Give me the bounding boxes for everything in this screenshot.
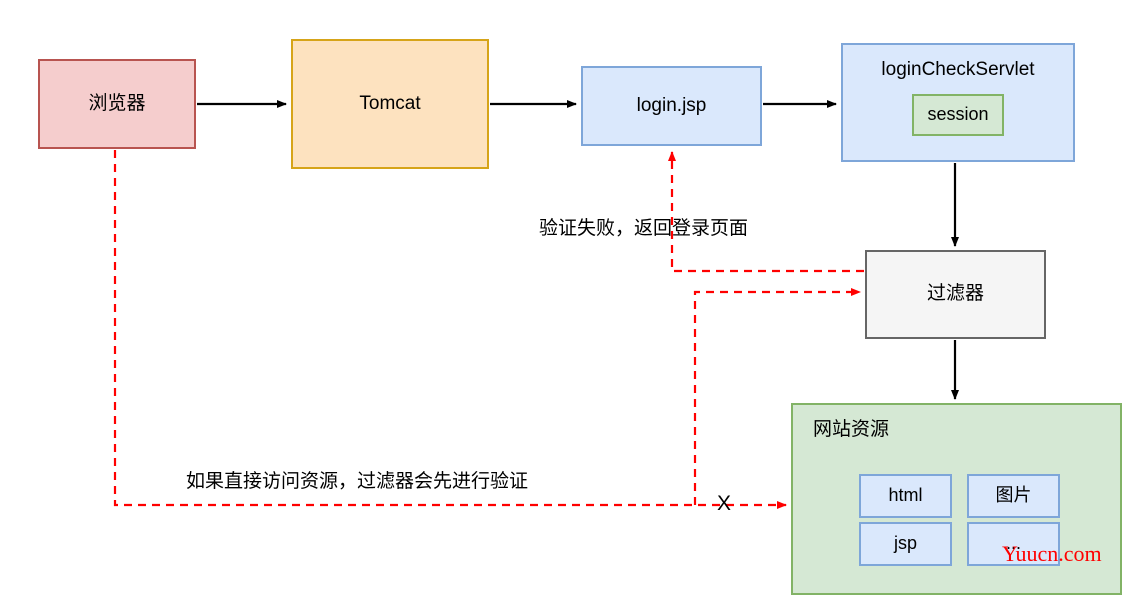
node-login-check-servlet-label: loginCheckServlet	[881, 59, 1035, 80]
blocked-x-marker: X	[717, 492, 732, 515]
resource-item-html-label: html	[888, 485, 923, 506]
resource-item-image[interactable]: 图片	[967, 474, 1060, 518]
edge-label-direct-access: 如果直接访问资源，过滤器会先进行验证	[186, 471, 529, 492]
resource-item-jsp-label: jsp	[893, 533, 917, 554]
diagram-canvas: 浏览器 Tomcat login.jsp loginCheckServlet s…	[0, 0, 1136, 611]
edge-label-auth-fail: 验证失败，返回登录页面	[539, 218, 749, 239]
node-session[interactable]: session	[912, 93, 1004, 136]
node-filter[interactable]: 过滤器	[865, 250, 1046, 339]
node-login-check-servlet[interactable]: loginCheckServlet session	[841, 43, 1075, 162]
node-browser-label: 浏览器	[88, 92, 146, 114]
node-session-label: session	[927, 104, 989, 124]
resource-item-image-label: 图片	[995, 485, 1032, 506]
resource-item-html[interactable]: html	[859, 474, 952, 518]
resource-item-jsp[interactable]: jsp	[859, 522, 952, 566]
node-website-resource-label: 网站资源	[813, 419, 890, 440]
node-tomcat-label: Tomcat	[359, 92, 421, 114]
node-filter-label: 过滤器	[926, 283, 984, 305]
node-login-jsp-label: login.jsp	[636, 94, 707, 116]
watermark: Yuucn.com	[1002, 541, 1102, 566]
node-browser[interactable]: 浏览器	[38, 59, 196, 149]
node-login-jsp[interactable]: login.jsp	[581, 66, 762, 146]
node-tomcat[interactable]: Tomcat	[291, 39, 489, 169]
